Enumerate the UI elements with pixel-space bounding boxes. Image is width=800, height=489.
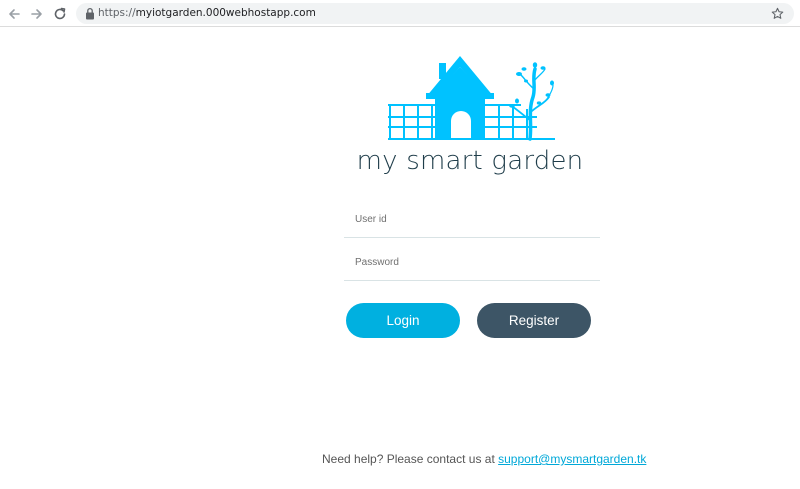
help-message: Need help? Please contact us at <box>322 452 499 466</box>
user-id-input[interactable] <box>344 202 600 237</box>
user-id-field[interactable] <box>344 202 600 238</box>
forward-icon <box>31 9 42 19</box>
password-field[interactable] <box>344 245 600 281</box>
register-button[interactable]: Register <box>477 303 591 338</box>
brand-title: my smart garden <box>356 146 584 176</box>
support-email-link[interactable]: support@mysmartgarden.tk <box>498 452 646 466</box>
back-button[interactable] <box>4 4 24 24</box>
login-button[interactable]: Login <box>346 303 460 338</box>
reload-button[interactable] <box>50 4 70 24</box>
url-text: https://myiotgarden.000webhostapp.com <box>98 7 316 20</box>
address-bar[interactable]: https://myiotgarden.000webhostapp.com <box>76 3 794 24</box>
garden-house-logo <box>388 56 555 141</box>
reload-icon <box>54 7 66 20</box>
url-host: myiotgarden.000webhostapp.com <box>135 7 316 19</box>
back-icon <box>9 9 20 19</box>
lock-icon <box>86 7 94 20</box>
password-input[interactable] <box>344 245 600 280</box>
url-scheme: https:// <box>98 7 136 19</box>
help-text: Need help? Please contact us at support@… <box>322 452 646 466</box>
browser-toolbar: https://myiotgarden.000webhostapp.com <box>0 0 800 27</box>
forward-button[interactable] <box>27 4 47 24</box>
star-icon[interactable] <box>771 7 784 20</box>
